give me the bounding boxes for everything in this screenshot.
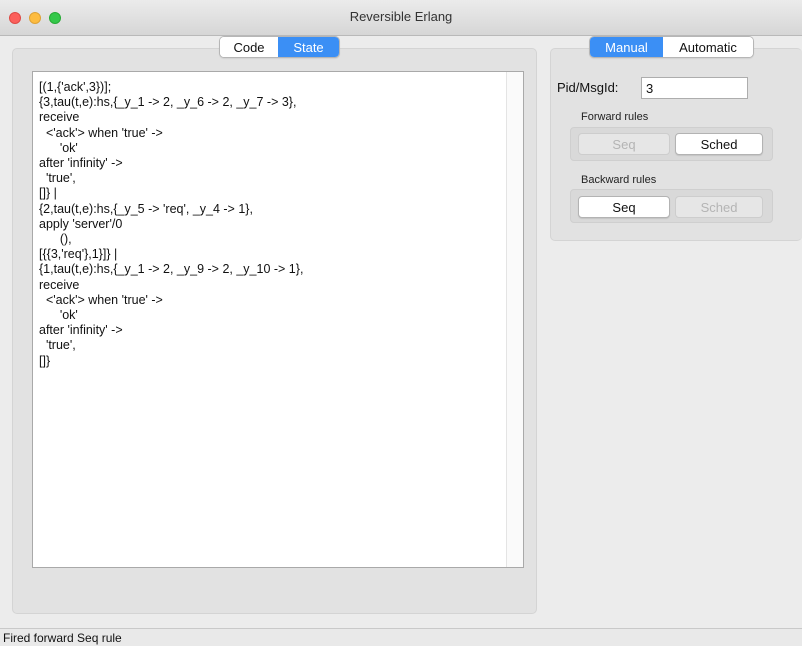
state-line: []} | bbox=[39, 186, 57, 201]
pid-input[interactable] bbox=[641, 77, 748, 99]
forward-seq-button[interactable]: Seq bbox=[578, 133, 670, 155]
state-line: receive bbox=[39, 277, 80, 292]
state-line: {1,tau(t,e):hs,{_y_1 -> 2, _y_9 -> 2, _y… bbox=[39, 262, 304, 277]
title-bar[interactable]: Reversible Erlang bbox=[0, 0, 802, 36]
state-line: 'true', bbox=[39, 338, 76, 353]
mode-tabs: Manual Automatic bbox=[589, 36, 754, 58]
pid-label: Pid/MsgId: bbox=[557, 80, 619, 95]
status-text: Fired forward Seq rule bbox=[3, 631, 122, 645]
forward-rules-label: Forward rules bbox=[581, 111, 649, 123]
state-line: 'ok' bbox=[39, 308, 78, 323]
state-line: 'ok' bbox=[39, 140, 78, 155]
state-line: after 'infinity' -> bbox=[39, 156, 123, 171]
tab-state[interactable]: State bbox=[278, 37, 339, 57]
state-line: receive bbox=[39, 110, 80, 125]
state-line: [(1,{'ack',3})]; bbox=[39, 80, 112, 94]
tab-manual[interactable]: Manual bbox=[590, 37, 663, 57]
state-line: [{{3,'req'},1}]} | bbox=[39, 247, 118, 262]
state-line: {3,tau(t,e):hs,{_y_1 -> 2, _y_6 -> 2, _y… bbox=[39, 95, 297, 110]
tab-automatic[interactable]: Automatic bbox=[663, 37, 753, 57]
forward-sched-button[interactable]: Sched bbox=[675, 133, 763, 155]
state-line: []} bbox=[39, 353, 51, 368]
state-line: 'true', bbox=[39, 171, 76, 186]
status-bar: Fired forward Seq rule bbox=[0, 628, 802, 646]
state-line: <'ack'> when 'true' -> bbox=[39, 125, 163, 140]
state-line: {2,tau(t,e):hs,{_y_5 -> 'req', _y_4 -> 1… bbox=[39, 201, 253, 216]
state-text-area[interactable]: [(1,{'ack',3})]; {3,tau(t,e):hs,{_y_1 -> … bbox=[32, 71, 524, 568]
backward-rules-label: Backward rules bbox=[581, 174, 657, 186]
state-text: [(1,{'ack',3})]; {3,tau(t,e):hs,{_y_1 -> … bbox=[39, 80, 503, 369]
state-scrollbar[interactable] bbox=[506, 72, 523, 567]
backward-sched-button[interactable]: Sched bbox=[675, 196, 763, 218]
state-line: after 'infinity' -> bbox=[39, 323, 123, 338]
window-title: Reversible Erlang bbox=[349, 9, 453, 24]
state-line: apply 'server'/0 bbox=[39, 216, 123, 231]
state-line: (), bbox=[39, 232, 72, 247]
app-window: Reversible Erlang Code State Manual Auto… bbox=[0, 0, 802, 646]
state-line: <'ack'> when 'true' -> bbox=[39, 292, 163, 307]
tab-code[interactable]: Code bbox=[220, 37, 278, 57]
code-state-tabs: Code State bbox=[219, 36, 340, 58]
backward-seq-button[interactable]: Seq bbox=[578, 196, 670, 218]
